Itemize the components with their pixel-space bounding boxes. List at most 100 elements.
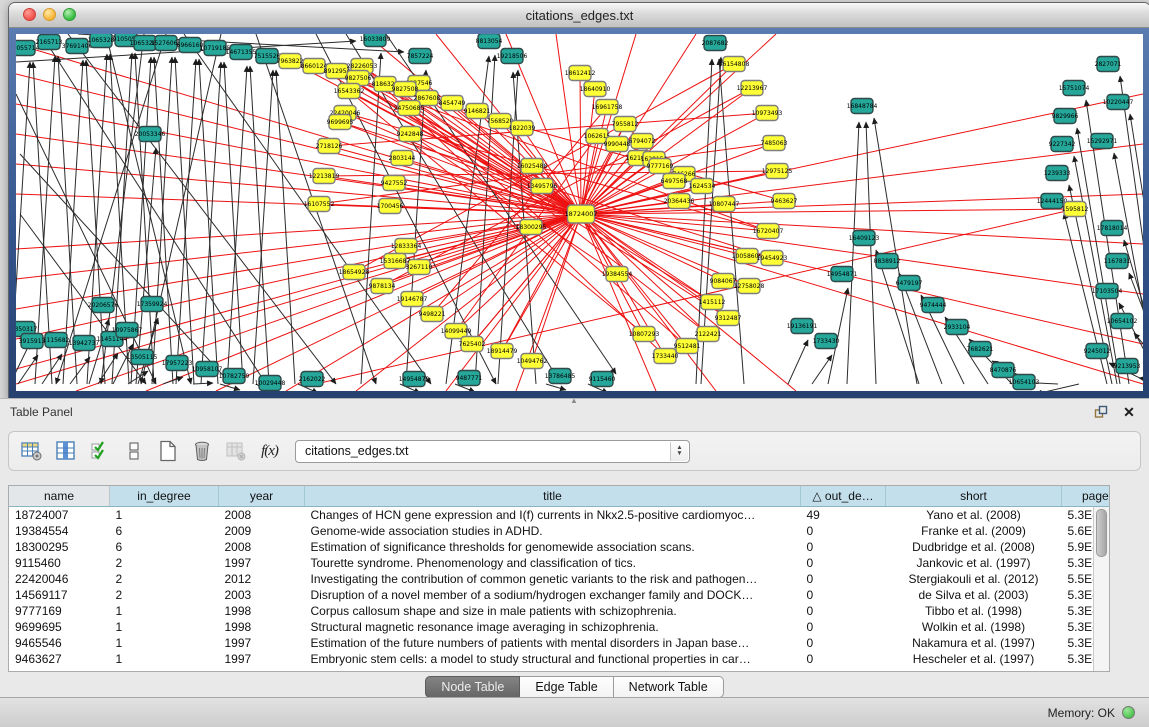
close-panel-icon[interactable]: ✕ bbox=[1119, 403, 1139, 421]
graph-node-label: 12975125 bbox=[762, 168, 793, 175]
column-header-in_degree[interactable]: in_degree bbox=[110, 486, 219, 507]
table-cell: Jankovic et al. (1997) bbox=[886, 555, 1062, 571]
table-row[interactable]: 977716911998Corpus callosum shape and si… bbox=[9, 603, 1110, 619]
graph-node-label: 10807293 bbox=[629, 331, 660, 338]
network-window: citations_edges.txt 14055714216571337691… bbox=[8, 2, 1149, 399]
network-canvas[interactable]: 1405571421657133769140610653289105058106… bbox=[16, 34, 1143, 391]
graph-node-label: 1595812 bbox=[1062, 206, 1089, 213]
panel-resize-grip[interactable]: ▲ bbox=[566, 398, 582, 404]
zoom-window-button[interactable] bbox=[63, 8, 76, 21]
table-selector-dropdown[interactable]: citations_edges.txt ▲▼ bbox=[295, 440, 690, 463]
citation-edge-black bbox=[227, 66, 247, 384]
table-row[interactable]: 1938455462009Genome-wide association stu… bbox=[9, 523, 1110, 539]
graph-node-label: 10807447 bbox=[709, 201, 740, 208]
create-table-icon[interactable] bbox=[155, 438, 180, 464]
graph-node-label: 19146787 bbox=[397, 296, 428, 303]
graph-node-label: 16025488 bbox=[517, 163, 548, 170]
table-row[interactable]: 946554611997Estimation of the future num… bbox=[9, 635, 1110, 651]
table-cell: Tourette syndrome. Phenomenology and cla… bbox=[305, 555, 801, 571]
table-cell: 0 bbox=[801, 587, 886, 603]
table-cell: 1997 bbox=[219, 555, 305, 571]
table-cell: 0 bbox=[801, 523, 886, 539]
table-cell: 2009 bbox=[219, 523, 305, 539]
table-cell: 2 bbox=[110, 587, 219, 603]
graph-node-label: 8470876 bbox=[990, 367, 1017, 374]
citation-edge-black bbox=[866, 122, 876, 384]
table-cell: 1998 bbox=[219, 603, 305, 619]
float-window-icon[interactable] bbox=[1091, 403, 1111, 421]
graph-node-label: 37691406 bbox=[62, 43, 93, 50]
tab-node-table[interactable]: Node Table bbox=[425, 676, 520, 698]
graph-node-label: 19218506 bbox=[497, 53, 528, 60]
minimize-window-button[interactable] bbox=[43, 8, 56, 21]
table-row[interactable]: 2242004622012Investigating the contribut… bbox=[9, 571, 1110, 587]
citation-edge-red bbox=[419, 214, 581, 267]
function-builder-icon[interactable]: f(x) bbox=[257, 438, 282, 464]
table-panel: ▲ Table Panel ✕ bbox=[0, 398, 1149, 697]
graph-node-label: 18300295 bbox=[516, 224, 547, 231]
delete-table-icon[interactable] bbox=[189, 438, 214, 464]
citation-edge-black bbox=[113, 344, 133, 384]
table-cell: 2003 bbox=[219, 587, 305, 603]
table-cell: Dudbridge et al. (2008) bbox=[886, 539, 1062, 555]
table-cell: 2012 bbox=[219, 571, 305, 587]
graph-node-label: 7857224 bbox=[407, 53, 434, 60]
citation-edge-black bbox=[546, 384, 566, 390]
table-settings-icon[interactable] bbox=[19, 438, 44, 464]
column-header-title[interactable]: title bbox=[305, 486, 801, 507]
citation-edge-red bbox=[581, 214, 796, 391]
table-cell: Nakamura et al. (1997) bbox=[886, 635, 1062, 651]
column-header-year[interactable]: year bbox=[219, 486, 305, 507]
graph-node-label: 2122421 bbox=[695, 331, 722, 338]
table-row[interactable]: 1872400712008Changes of HCN gene express… bbox=[9, 507, 1110, 524]
graph-node-label: 10494762 bbox=[517, 358, 548, 365]
graph-node-label: 10029448 bbox=[255, 380, 286, 387]
vertical-scrollbar[interactable] bbox=[1093, 507, 1109, 671]
node-table: namein_degreeyeartitle△ out_de…shortpage… bbox=[8, 485, 1110, 672]
citation-edge-red bbox=[316, 209, 1075, 384]
graph-node-label: 9827506 bbox=[345, 75, 372, 82]
column-header-name[interactable]: name bbox=[9, 486, 110, 507]
graph-node-label: 2803144 bbox=[389, 155, 416, 162]
table-row[interactable]: 1456911722003Disruption of a novel membe… bbox=[9, 587, 1110, 603]
table-row[interactable]: 911546021997Tourette syndrome. Phenomeno… bbox=[9, 555, 1110, 571]
column-header-short[interactable]: short bbox=[886, 486, 1062, 507]
graph-node-label: 9463627 bbox=[771, 198, 798, 205]
column-header-out_de[interactable]: △ out_de… bbox=[801, 486, 886, 507]
table-row[interactable]: 946362711997Embryonic stem cells: a mode… bbox=[9, 651, 1110, 667]
select-columns-icon[interactable] bbox=[87, 438, 112, 464]
citation-edge-black bbox=[788, 340, 808, 384]
graph-node-label: 9827508 bbox=[392, 86, 419, 93]
graph-node-label: 17818014 bbox=[1097, 225, 1128, 232]
graph-node-label: 1733430 bbox=[813, 338, 840, 345]
table-cell: 0 bbox=[801, 539, 886, 555]
row-height-icon[interactable] bbox=[121, 438, 146, 464]
column-header-pagerank[interactable]: pagerank bbox=[1062, 486, 1111, 507]
table-cell: 19384554 bbox=[9, 523, 110, 539]
table-cell: 1997 bbox=[219, 635, 305, 651]
window-titlebar[interactable]: citations_edges.txt bbox=[9, 3, 1149, 28]
close-window-button[interactable] bbox=[23, 8, 36, 21]
graph-node-label: 15292971 bbox=[1087, 138, 1118, 145]
table-cell: Estimation of significance thresholds fo… bbox=[305, 539, 801, 555]
graph-node-label: 16961758 bbox=[592, 104, 623, 111]
graph-node-label: 2933104 bbox=[944, 324, 971, 331]
tab-edge-table[interactable]: Edge Table bbox=[520, 676, 613, 698]
table-header-row: namein_degreeyeartitle△ out_de…shortpage… bbox=[9, 486, 1110, 507]
table-cell: 22420046 bbox=[9, 571, 110, 587]
table-row[interactable]: 969969511998Structural magnetic resonanc… bbox=[9, 619, 1110, 635]
attribute-table[interactable]: namein_degreeyeartitle△ out_de…shortpage… bbox=[9, 486, 1110, 667]
graph-node-label: 2162022 bbox=[299, 376, 326, 383]
network-svg[interactable]: 1405571421657133769140610653289105058106… bbox=[16, 34, 1143, 391]
table-row[interactable]: 1830029562008Estimation of significance … bbox=[9, 539, 1110, 555]
citation-edge-red bbox=[580, 73, 581, 214]
column-settings-icon[interactable] bbox=[53, 438, 78, 464]
graph-node-label: 9146821 bbox=[464, 108, 491, 115]
table-cell: 0 bbox=[801, 571, 886, 587]
table-cell: 0 bbox=[801, 651, 886, 667]
table-cell: 2 bbox=[110, 571, 219, 587]
tab-network-table[interactable]: Network Table bbox=[614, 676, 724, 698]
scrollbar-thumb[interactable] bbox=[1096, 509, 1107, 557]
table-cell: Yano et al. (2008) bbox=[886, 507, 1062, 524]
graph-node-label: 7682621 bbox=[967, 346, 994, 353]
